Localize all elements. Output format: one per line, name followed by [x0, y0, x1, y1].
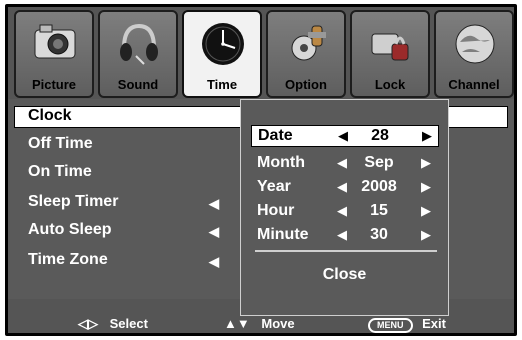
osd-panel: Picture Sound Time Option Lock Channel C…	[8, 7, 514, 333]
tab-channel[interactable]: Channel	[434, 10, 514, 98]
hint-move: ▲▼ Move	[224, 316, 295, 336]
increase-arrow-icon[interactable]: ▶	[422, 128, 432, 144]
popup-divider	[255, 250, 437, 252]
row-label: Minute	[257, 226, 309, 243]
headphones-icon	[120, 23, 158, 65]
close-button[interactable]: Close	[241, 266, 448, 284]
popup-row-minute[interactable]: Minute ◀ 30 ▶	[251, 225, 439, 247]
row-value: 2008	[361, 178, 397, 195]
popup-row-date[interactable]: Date ◀ 28 ▶	[251, 125, 439, 147]
menu-item-sleep-timer[interactable]: Sleep Timer	[28, 193, 118, 211]
globe-icon	[455, 24, 495, 64]
menu-item-on-time[interactable]: On Time	[28, 163, 92, 181]
clock-popup: Date ◀ 28 ▶ Month ◀ Sep ▶ Year ◀ 2008 ▶ …	[240, 99, 449, 316]
decrease-arrow-icon[interactable]: ◀	[337, 155, 347, 171]
decrease-arrow-icon[interactable]: ◀	[337, 179, 347, 195]
row-label: Year	[257, 178, 291, 195]
hint-exit-label: Exit	[422, 316, 446, 331]
row-label: Month	[257, 154, 305, 171]
row-value: 15	[370, 202, 388, 219]
menu-item-time-zone[interactable]: Time Zone	[28, 251, 108, 269]
hint-select: ◁▷ Select	[78, 316, 148, 336]
row-label: Hour	[257, 202, 295, 219]
tab-time[interactable]: Time	[182, 10, 262, 98]
increase-arrow-icon[interactable]: ▶	[421, 227, 431, 243]
tab-label: Picture	[31, 77, 77, 92]
row-value: 30	[370, 226, 388, 243]
hint-select-label: Select	[109, 316, 148, 331]
decrease-arrow-icon[interactable]: ◀	[337, 203, 347, 219]
tab-sound[interactable]: Sound	[98, 10, 178, 98]
increase-arrow-icon[interactable]: ▶	[421, 179, 431, 195]
row-value: 28	[371, 127, 389, 144]
tab-picture[interactable]: Picture	[14, 10, 94, 98]
left-right-arrows-icon: ◁▷	[78, 316, 98, 331]
popup-row-year[interactable]: Year ◀ 2008 ▶	[251, 177, 439, 199]
left-arrow-icon[interactable]: ◀	[209, 224, 219, 240]
up-down-arrows-icon: ▲▼	[224, 316, 250, 331]
clock-icon	[202, 23, 244, 65]
tab-label: Channel	[448, 77, 500, 92]
popup-row-month[interactable]: Month ◀ Sep ▶	[251, 153, 439, 175]
decrease-arrow-icon[interactable]: ◀	[337, 227, 347, 243]
gear-icon	[291, 25, 326, 61]
menu-item-auto-sleep[interactable]: Auto Sleep	[28, 221, 112, 239]
increase-arrow-icon[interactable]: ▶	[421, 203, 431, 219]
left-arrow-icon[interactable]: ◀	[209, 254, 219, 270]
menu-button-icon: MENU	[368, 318, 413, 333]
popup-row-hour[interactable]: Hour ◀ 15 ▶	[251, 201, 439, 223]
row-value: Sep	[364, 154, 394, 171]
tab-label: Time	[206, 77, 238, 92]
key-icon	[371, 33, 409, 61]
increase-arrow-icon[interactable]: ▶	[421, 155, 431, 171]
camera-icon	[34, 24, 76, 59]
decrease-arrow-icon[interactable]: ◀	[338, 128, 348, 144]
tab-label: Sound	[117, 77, 159, 92]
menu-item-clock[interactable]: Clock	[28, 107, 72, 125]
tab-option[interactable]: Option	[266, 10, 346, 98]
hint-move-label: Move	[261, 316, 295, 331]
left-arrow-icon[interactable]: ◀	[209, 196, 219, 212]
row-label: Date	[258, 127, 293, 144]
tab-bar: Picture Sound Time Option Lock Channel	[8, 7, 514, 99]
tab-label: Lock	[374, 77, 406, 92]
tab-label: Option	[285, 77, 327, 92]
hint-exit: MENU Exit	[368, 316, 446, 336]
tab-lock[interactable]: Lock	[350, 10, 430, 98]
menu-item-off-time[interactable]: Off Time	[28, 135, 93, 153]
